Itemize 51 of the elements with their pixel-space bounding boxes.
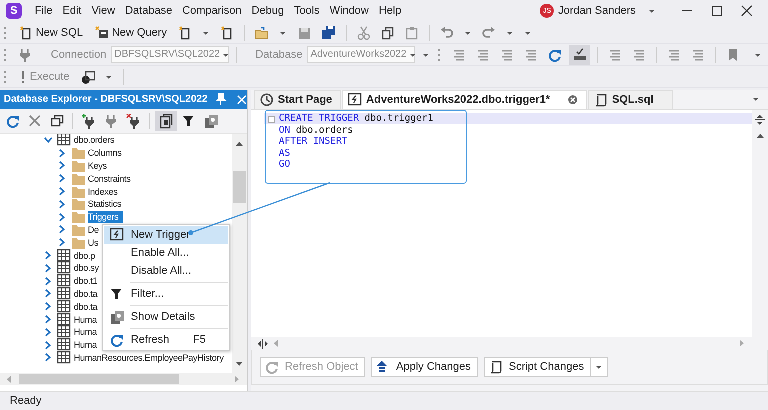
code-line: CREATE TRIGGER dbo.trigger1 [279,113,434,124]
menu-item[interactable]: Show Details [104,308,228,326]
menu-item[interactable]: Help [374,5,407,17]
menu-item[interactable]: Comparison [177,5,247,17]
tree-item[interactable]: dbo.p [74,250,96,262]
tree-item[interactable]: Us [88,236,98,249]
tree-item[interactable]: De [88,224,100,236]
tree-item[interactable]: dbo.t1 [74,275,98,288]
new-query-button[interactable]: New Query [91,24,172,42]
tree-item[interactable]: Constraints [88,172,131,185]
menu-item[interactable]: View [86,5,120,17]
editor-tab[interactable]: Start Page [254,90,342,109]
menu-item[interactable]: Window [324,5,374,17]
action-button[interactable]: Script Changes [484,357,592,377]
database-label: Database [256,48,303,60]
tree-item[interactable]: dbo.orders [74,134,115,146]
tree-item[interactable]: Columns [88,147,122,160]
user-name[interactable]: Jordan Sanders [558,5,636,17]
menu-item[interactable]: File [30,5,58,17]
action-button[interactable]: Apply Changes [371,357,478,377]
app-logo: S [6,3,22,19]
status-text: Ready [10,395,42,407]
tree-item[interactable]: Triggers [88,211,123,224]
tree-item[interactable]: dbo.ta [74,288,98,300]
tree-item[interactable]: dbo.ta [74,300,98,313]
code-line: ON dbo.orders [279,124,354,136]
menu-item[interactable]: Disable All... [104,262,228,280]
menu-item[interactable]: Edit [58,5,87,17]
tree-item[interactable]: Huma [74,314,98,326]
menu-item[interactable]: Debug [246,5,290,17]
menu-item[interactable]: Refresh F5 [104,331,228,349]
code-line: GO [279,159,292,170]
tree-item[interactable]: Indexes [88,186,118,198]
tree-item[interactable]: Huma [74,326,98,338]
menu-item[interactable]: New Trigger [104,226,228,244]
tree-item[interactable]: Huma [74,339,98,352]
menu-item[interactable]: Database [120,5,178,17]
editor-tab[interactable]: SQL.sql [588,90,674,109]
tree-item[interactable]: Statistics [88,198,122,210]
menu-item[interactable]: Tools [289,5,325,17]
tree-item[interactable]: HumanResources.EmployeePayHistory [74,352,224,364]
editor-tab[interactable]: AdventureWorks2022.dbo.trigger1* [342,90,588,109]
panel-title: Database Explorer - DBFSQLSRV\SQL2022 [4,94,208,105]
code-line: AFTER INSERT [279,136,349,148]
menu-item[interactable]: Filter... [104,285,228,303]
tree-item[interactable]: dbo.sy [74,262,100,274]
menu-item[interactable]: Enable All... [104,244,228,262]
connection-label: Connection [51,48,107,60]
new-sql-button[interactable]: New SQL [15,24,88,42]
tree-item[interactable]: Keys [88,160,108,172]
code-line: AS [279,148,292,159]
